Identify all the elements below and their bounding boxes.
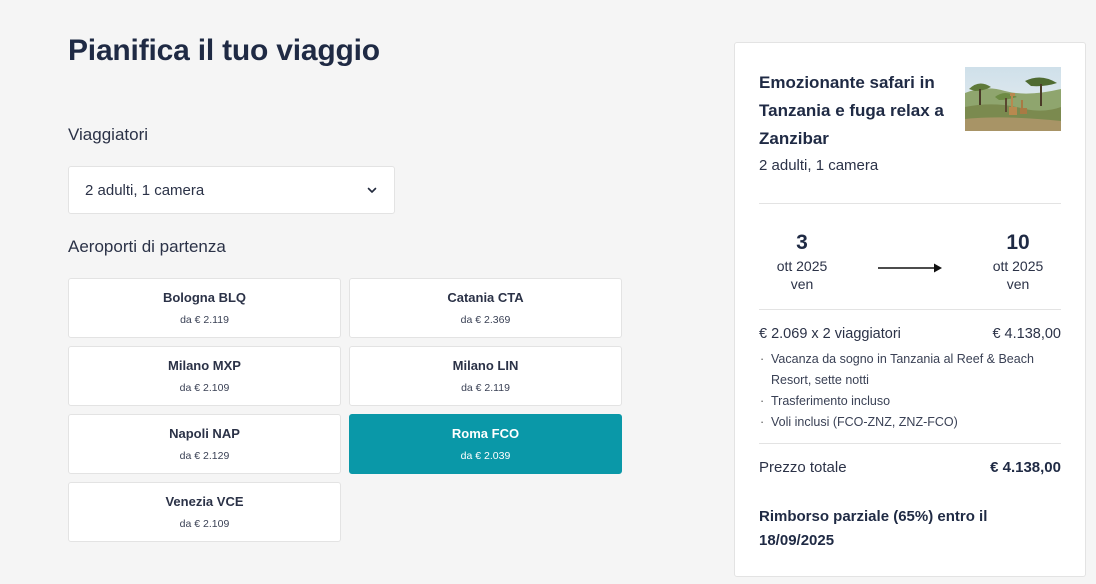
airport-price: da € 2.039 bbox=[460, 450, 511, 462]
page-title: Pianifica il tuo viaggio bbox=[68, 34, 380, 67]
airport-name: Catania CTA bbox=[447, 290, 524, 305]
summary-divider bbox=[759, 309, 1061, 310]
end-weekday: ven bbox=[1006, 276, 1030, 292]
total-price-row: Prezzo totale € 4.138,00 bbox=[759, 459, 1061, 476]
airport-name: Venezia VCE bbox=[165, 494, 244, 509]
airport-grid: Bologna BLQ da € 2.119 Catania CTA da € … bbox=[68, 278, 622, 542]
airports-label: Aeroporti di partenza bbox=[68, 237, 226, 256]
included-items-list: Vacanza da sogno in Tanzania al Reef & B… bbox=[759, 349, 1061, 433]
airport-option-vce[interactable]: Venezia VCE da € 2.109 bbox=[68, 482, 341, 542]
end-day: 10 bbox=[1006, 231, 1030, 254]
airport-option-nap[interactable]: Napoli NAP da € 2.129 bbox=[68, 414, 341, 474]
trip-title: Emozionante safari in Tanzania e fuga re… bbox=[759, 73, 944, 148]
chevron-down-icon bbox=[367, 187, 377, 193]
travelers-dropdown[interactable]: 2 adulti, 1 camera bbox=[68, 166, 395, 214]
summary-divider bbox=[759, 203, 1061, 204]
airport-option-mxp[interactable]: Milano MXP da € 2.109 bbox=[68, 346, 341, 406]
total-price-label: Prezzo totale bbox=[759, 459, 847, 476]
airport-price: da € 2.109 bbox=[179, 518, 230, 530]
airport-price: da € 2.119 bbox=[180, 314, 229, 326]
airport-option-lin[interactable]: Milano LIN da € 2.119 bbox=[349, 346, 622, 406]
travelers-label: Viaggiatori bbox=[68, 125, 149, 144]
trip-travelers-summary: 2 adulti, 1 camera bbox=[759, 157, 879, 174]
airport-name: Napoli NAP bbox=[169, 426, 240, 441]
airport-price: da € 2.129 bbox=[179, 450, 230, 462]
total-price-value: € 4.138,00 bbox=[990, 459, 1061, 476]
summary-divider bbox=[759, 443, 1061, 444]
airport-name: Roma FCO bbox=[451, 426, 520, 441]
airport-option-fco[interactable]: Roma FCO da € 2.039 bbox=[349, 414, 622, 474]
start-weekday: ven bbox=[790, 276, 814, 292]
price-per-traveler: € 2.069 x 2 viaggiatori bbox=[759, 326, 901, 342]
list-item: Vacanza da sogno in Tanzania al Reef & B… bbox=[759, 349, 1061, 391]
list-item: Trasferimento incluso bbox=[759, 391, 1061, 412]
airport-option-cta[interactable]: Catania CTA da € 2.369 bbox=[349, 278, 622, 338]
airport-name: Milano LIN bbox=[452, 358, 519, 373]
airport-price: da € 2.109 bbox=[179, 382, 230, 394]
trip-thumbnail-image bbox=[965, 67, 1061, 131]
arrow-right-icon bbox=[878, 263, 942, 273]
price-breakdown-total: € 4.138,00 bbox=[992, 326, 1061, 342]
airport-price: da € 2.119 bbox=[461, 382, 510, 394]
end-date: 10 ott 2025 ven bbox=[973, 231, 1063, 293]
end-month: ott 2025 bbox=[992, 258, 1044, 274]
refund-policy: Rimborso parziale (65%) entro il 18/09/2… bbox=[759, 508, 988, 549]
start-month: ott 2025 bbox=[776, 258, 828, 274]
travelers-dropdown-value: 2 adulti, 1 camera bbox=[85, 181, 205, 199]
price-breakdown: € 2.069 x 2 viaggiatori € 4.138,00 bbox=[759, 326, 1061, 342]
airport-price: da € 2.369 bbox=[460, 314, 511, 326]
list-item: Voli inclusi (FCO-ZNZ, ZNZ-FCO) bbox=[759, 412, 1061, 433]
airport-name: Bologna BLQ bbox=[162, 290, 247, 305]
booking-summary-panel: Emozionante safari in Tanzania e fuga re… bbox=[734, 42, 1086, 577]
airport-name: Milano MXP bbox=[168, 358, 241, 373]
start-day: 3 bbox=[796, 231, 808, 254]
start-date: 3 ott 2025 ven bbox=[757, 231, 847, 293]
airport-option-blq[interactable]: Bologna BLQ da € 2.119 bbox=[68, 278, 341, 338]
